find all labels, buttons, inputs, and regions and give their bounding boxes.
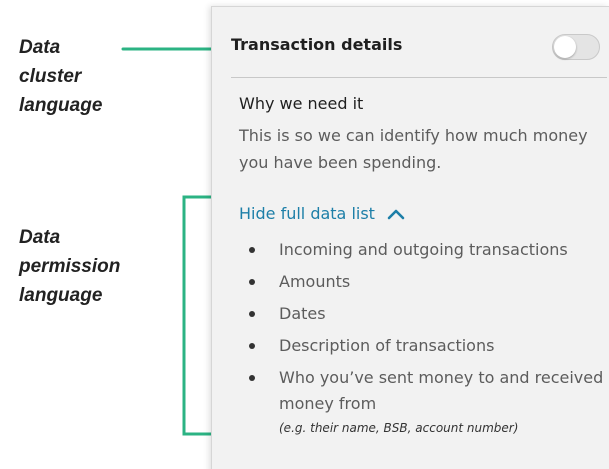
list-item-text: Description of transactions (279, 336, 495, 355)
list-item: Incoming and outgoing transactions (239, 237, 607, 263)
list-item: Description of transactions (239, 333, 607, 359)
card-title: Transaction details (231, 35, 403, 54)
hide-data-list-label: Hide full data list (239, 204, 375, 223)
bullet-icon (249, 343, 255, 349)
chevron-up-icon (387, 209, 405, 219)
list-item-text: Dates (279, 304, 326, 323)
bullet-icon (249, 311, 255, 317)
list-item: Who you’ve sent money to and received mo… (239, 365, 607, 439)
data-cluster-language-label: Data cluster language (19, 37, 103, 116)
bullet-icon (249, 247, 255, 253)
why-text: This is so we can identify how much mone… (239, 126, 588, 172)
list-item: Amounts (239, 269, 607, 295)
data-permission-language-label: Data permission language (19, 227, 121, 306)
divider (231, 77, 607, 78)
consent-toggle[interactable] (552, 34, 600, 60)
list-item-text: Incoming and outgoing transactions (279, 240, 568, 259)
why-heading: Why we need it (239, 94, 364, 113)
diagram-stage: Data cluster language Data permission la… (0, 0, 609, 469)
hide-data-list-link[interactable]: Hide full data list (239, 204, 405, 223)
list-item-text: Who you’ve sent money to and received mo… (279, 368, 604, 413)
bullet-icon (249, 279, 255, 285)
bullet-icon (249, 375, 255, 381)
list-item: Dates (239, 301, 607, 327)
transaction-details-card: Transaction details Why we need it This … (211, 6, 609, 469)
list-item-note: (e.g. their name, BSB, account number) (279, 421, 519, 435)
list-item-text: Amounts (279, 272, 351, 291)
toggle-knob (554, 36, 576, 58)
data-permission-list: Incoming and outgoing transactions Amoun… (239, 237, 607, 445)
